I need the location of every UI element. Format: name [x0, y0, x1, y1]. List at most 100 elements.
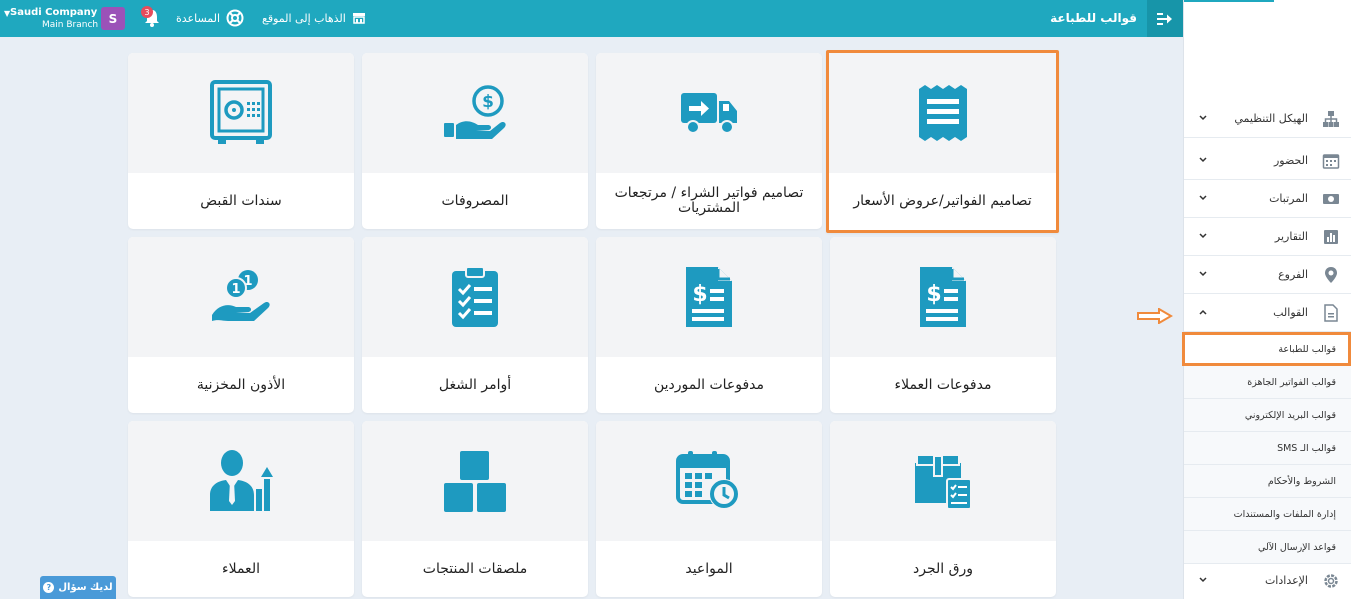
location-pin-icon	[1325, 267, 1337, 283]
checklist-clipboard-icon	[452, 266, 498, 327]
card-product-labels[interactable]: ملصقات المنتجات	[362, 421, 588, 597]
sub-item-files-documents[interactable]: إدارة الملفات والمستندات	[1184, 498, 1351, 531]
svg-text:$: $	[482, 92, 494, 112]
sidebar-item-label: الهيكل التنظيمي	[1234, 112, 1308, 125]
page-title: قوالب للطباعة	[1050, 11, 1137, 25]
sidebar-top-accent	[1184, 0, 1274, 2]
card-label: مدفوعات العملاء	[894, 376, 992, 393]
hand-coin-icon: $	[444, 85, 506, 139]
sidebar-item-reports[interactable]: التقارير	[1184, 218, 1351, 256]
card-icon-area	[596, 421, 822, 541]
svg-text:$: $	[692, 282, 707, 307]
sub-item-label: قواعد الإرسال الآلي	[1257, 542, 1336, 553]
help-label: المساعدة	[176, 11, 221, 25]
sidebar-item-org-structure[interactable]: الهيكل التنظيمي	[1184, 100, 1351, 138]
card-inventory-permits[interactable]: 1 1 الأذون المخزنية	[128, 237, 354, 413]
sub-item-label: قوالب الـ SMS	[1277, 443, 1336, 454]
card-icon-area	[362, 237, 588, 357]
sidebar-item-payroll[interactable]: المرتبات	[1184, 180, 1351, 218]
account-switcher[interactable]: ▼ Saudi Company Main Branch	[4, 5, 98, 31]
chevron-down-icon	[1199, 271, 1207, 277]
card-icon-area: $	[362, 53, 588, 173]
chevron-down-icon	[1199, 195, 1207, 201]
inventory-box-icon	[915, 454, 972, 509]
card-stocktake-sheets[interactable]: ورق الجرد	[830, 421, 1056, 597]
company-name: Saudi Company	[10, 7, 98, 18]
card-icon-area	[128, 53, 354, 173]
card-label: العملاء	[222, 560, 260, 577]
card-customers[interactable]: العملاء	[128, 421, 354, 597]
sub-item-auto-send-rules[interactable]: قواعد الإرسال الآلي	[1184, 531, 1351, 564]
sub-item-label: قوالب الفواتير الجاهزة	[1247, 377, 1336, 388]
card-appointments[interactable]: المواعيد	[596, 421, 822, 597]
lifebuoy-icon	[226, 9, 244, 27]
card-supplier-payments[interactable]: $ مدفوعات الموردين	[596, 237, 822, 413]
sidebar-item-templates[interactable]: القوالب	[1184, 294, 1351, 332]
hand-coins-icon: 1 1	[212, 270, 270, 321]
invoice-receipt-icon	[918, 85, 967, 141]
svg-text:$: $	[926, 282, 941, 307]
ask-question-button[interactable]: لديك سؤال ?	[40, 576, 116, 599]
sidebar-item-label: الإعدادات	[1264, 574, 1308, 587]
dollar-document-icon: $	[920, 267, 966, 327]
card-label: المواعيد	[685, 560, 733, 577]
sidebar-item-attendance[interactable]: الحضور	[1184, 142, 1351, 180]
sidebar-item-label: التقارير	[1274, 230, 1308, 243]
card-customer-payments[interactable]: $ مدفوعات العملاء	[830, 237, 1056, 413]
chevron-down-icon	[1199, 233, 1207, 239]
card-invoice-designs[interactable]: تصاميم الفواتير/عروض الأسعار	[826, 50, 1059, 233]
calendar-clock-icon	[676, 451, 739, 509]
sub-item-terms-conditions[interactable]: الشروط والأحكام	[1184, 465, 1351, 498]
card-label: مدفوعات الموردين	[653, 376, 765, 393]
card-label: سندات القبض	[200, 192, 282, 209]
stacked-boxes-icon	[444, 451, 506, 512]
sidebar-item-label: المرتبات	[1269, 192, 1308, 205]
card-icon-area: 1 1	[128, 237, 354, 357]
chevron-down-icon	[1199, 577, 1207, 583]
card-label: أوامر الشغل	[438, 376, 512, 393]
branch-name: Main Branch	[42, 20, 99, 30]
top-bar: قوالب للطباعة الذهاب إلى الموقع المساعدة…	[0, 0, 1183, 37]
card-icon-area	[596, 53, 822, 173]
sub-item-email-templates[interactable]: قوالب البريد الإلكتروني	[1184, 399, 1351, 432]
dollar-document-icon: $	[686, 267, 732, 327]
chevron-down-icon	[1199, 157, 1207, 163]
sidebar-item-branches[interactable]: الفروع	[1184, 256, 1351, 294]
sidebar-item-label: الحضور	[1273, 154, 1308, 167]
calendar-icon	[1322, 154, 1340, 169]
card-icon-area	[830, 421, 1056, 541]
goto-site-link[interactable]: الذهاب إلى الموقع	[262, 9, 366, 27]
card-icon-area: $	[830, 237, 1056, 357]
sidebar-item-label: الفروع	[1278, 268, 1308, 281]
goto-site-label: الذهاب إلى الموقع	[262, 11, 346, 25]
sidebar-item-label: القوالب	[1273, 306, 1308, 319]
arrow-right-annotation-icon	[1137, 308, 1173, 324]
card-label: ملصقات المنتجات	[422, 560, 528, 577]
card-label: ورق الجرد	[913, 560, 973, 577]
gear-icon	[1324, 574, 1338, 588]
person-growth-icon	[210, 450, 273, 511]
ask-question-label: لديك سؤال	[58, 582, 113, 593]
document-icon	[1324, 304, 1338, 322]
help-link[interactable]: المساعدة	[176, 9, 244, 27]
arrow-right-icon	[1157, 12, 1172, 25]
menu-toggle-button[interactable]	[1147, 0, 1183, 37]
sub-item-ready-invoice-templates[interactable]: قوالب الفواتير الجاهزة	[1184, 366, 1351, 399]
sub-item-sms-templates[interactable]: قوالب الـ SMS	[1184, 432, 1351, 465]
card-icon-area	[362, 421, 588, 541]
sidebar: الهيكل التنظيمي الحضور المرتبات التقارير	[1183, 0, 1351, 599]
active-item-highlight	[1182, 332, 1351, 366]
card-receipt-vouchers[interactable]: سندات القبض	[128, 53, 354, 229]
card-expenses[interactable]: $ المصروفات	[362, 53, 588, 229]
sub-item-label: قوالب البريد الإلكتروني	[1244, 410, 1336, 421]
sidebar-item-settings[interactable]: الإعدادات	[1184, 562, 1351, 599]
card-purchase-invoice-designs[interactable]: تصاميم فواتير الشراء / مرتجعات المشتريات	[596, 53, 822, 229]
card-icon-area: $	[596, 237, 822, 357]
chevron-up-icon	[1199, 309, 1207, 315]
avatar[interactable]: S	[101, 7, 125, 30]
card-icon-area	[128, 421, 354, 541]
card-work-orders[interactable]: أوامر الشغل	[362, 237, 588, 413]
delivery-truck-icon	[681, 93, 737, 134]
sub-item-label: الشروط والأحكام	[1267, 476, 1336, 487]
card-label: تصاميم فواتير الشراء / مرتجعات المشتريات	[614, 185, 804, 216]
